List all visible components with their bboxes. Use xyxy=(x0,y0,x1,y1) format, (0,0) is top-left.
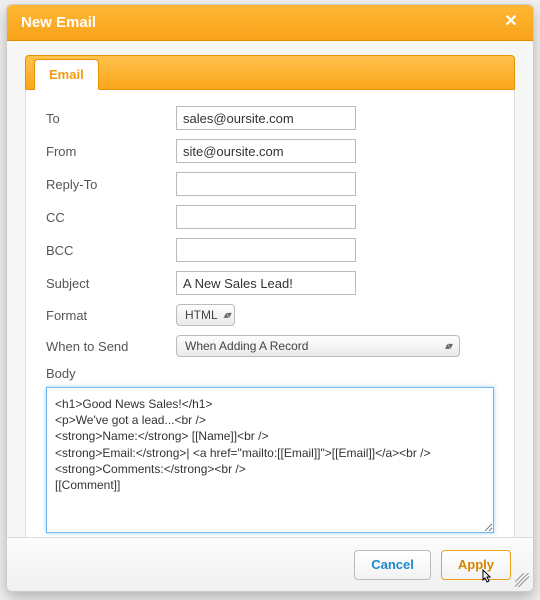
body-textarea[interactable] xyxy=(46,387,494,533)
label-bcc: BCC xyxy=(46,243,176,258)
label-subject: Subject xyxy=(46,276,176,291)
tab-email[interactable]: Email xyxy=(34,59,99,90)
when-select[interactable]: When Adding A Record ▴▾ xyxy=(176,335,460,357)
dialog-footer: Cancel Apply xyxy=(7,537,533,591)
label-cc: CC xyxy=(46,210,176,225)
bcc-field[interactable] xyxy=(176,238,356,262)
cc-field[interactable] xyxy=(176,205,356,229)
label-when: When to Send xyxy=(46,339,176,354)
dialog-titlebar: New Email ✕ xyxy=(7,5,533,41)
label-format: Format xyxy=(46,308,176,323)
label-to: To xyxy=(46,111,176,126)
apply-button[interactable]: Apply xyxy=(441,550,511,580)
reply-to-field[interactable] xyxy=(176,172,356,196)
label-body: Body xyxy=(46,366,494,381)
label-from: From xyxy=(46,144,176,159)
format-selected: HTML xyxy=(185,308,218,322)
to-field[interactable] xyxy=(176,106,356,130)
new-email-dialog: New Email ✕ Email To From Reply-To CC xyxy=(6,4,534,592)
updown-icon: ▴▾ xyxy=(445,341,451,352)
email-panel: To From Reply-To CC BCC Subject xyxy=(25,89,515,537)
tabs-strip: Email xyxy=(25,55,515,89)
dialog-body: Email To From Reply-To CC BCC xyxy=(7,41,533,537)
format-select[interactable]: HTML ▴▾ xyxy=(176,304,235,326)
when-selected: When Adding A Record xyxy=(185,339,308,353)
resize-grip[interactable] xyxy=(515,573,529,587)
dialog-title: New Email xyxy=(21,14,96,31)
subject-field[interactable] xyxy=(176,271,356,295)
updown-icon: ▴▾ xyxy=(224,310,230,321)
cancel-button[interactable]: Cancel xyxy=(354,550,431,580)
close-icon[interactable]: ✕ xyxy=(501,13,521,33)
label-reply-to: Reply-To xyxy=(46,177,176,192)
from-field[interactable] xyxy=(176,139,356,163)
